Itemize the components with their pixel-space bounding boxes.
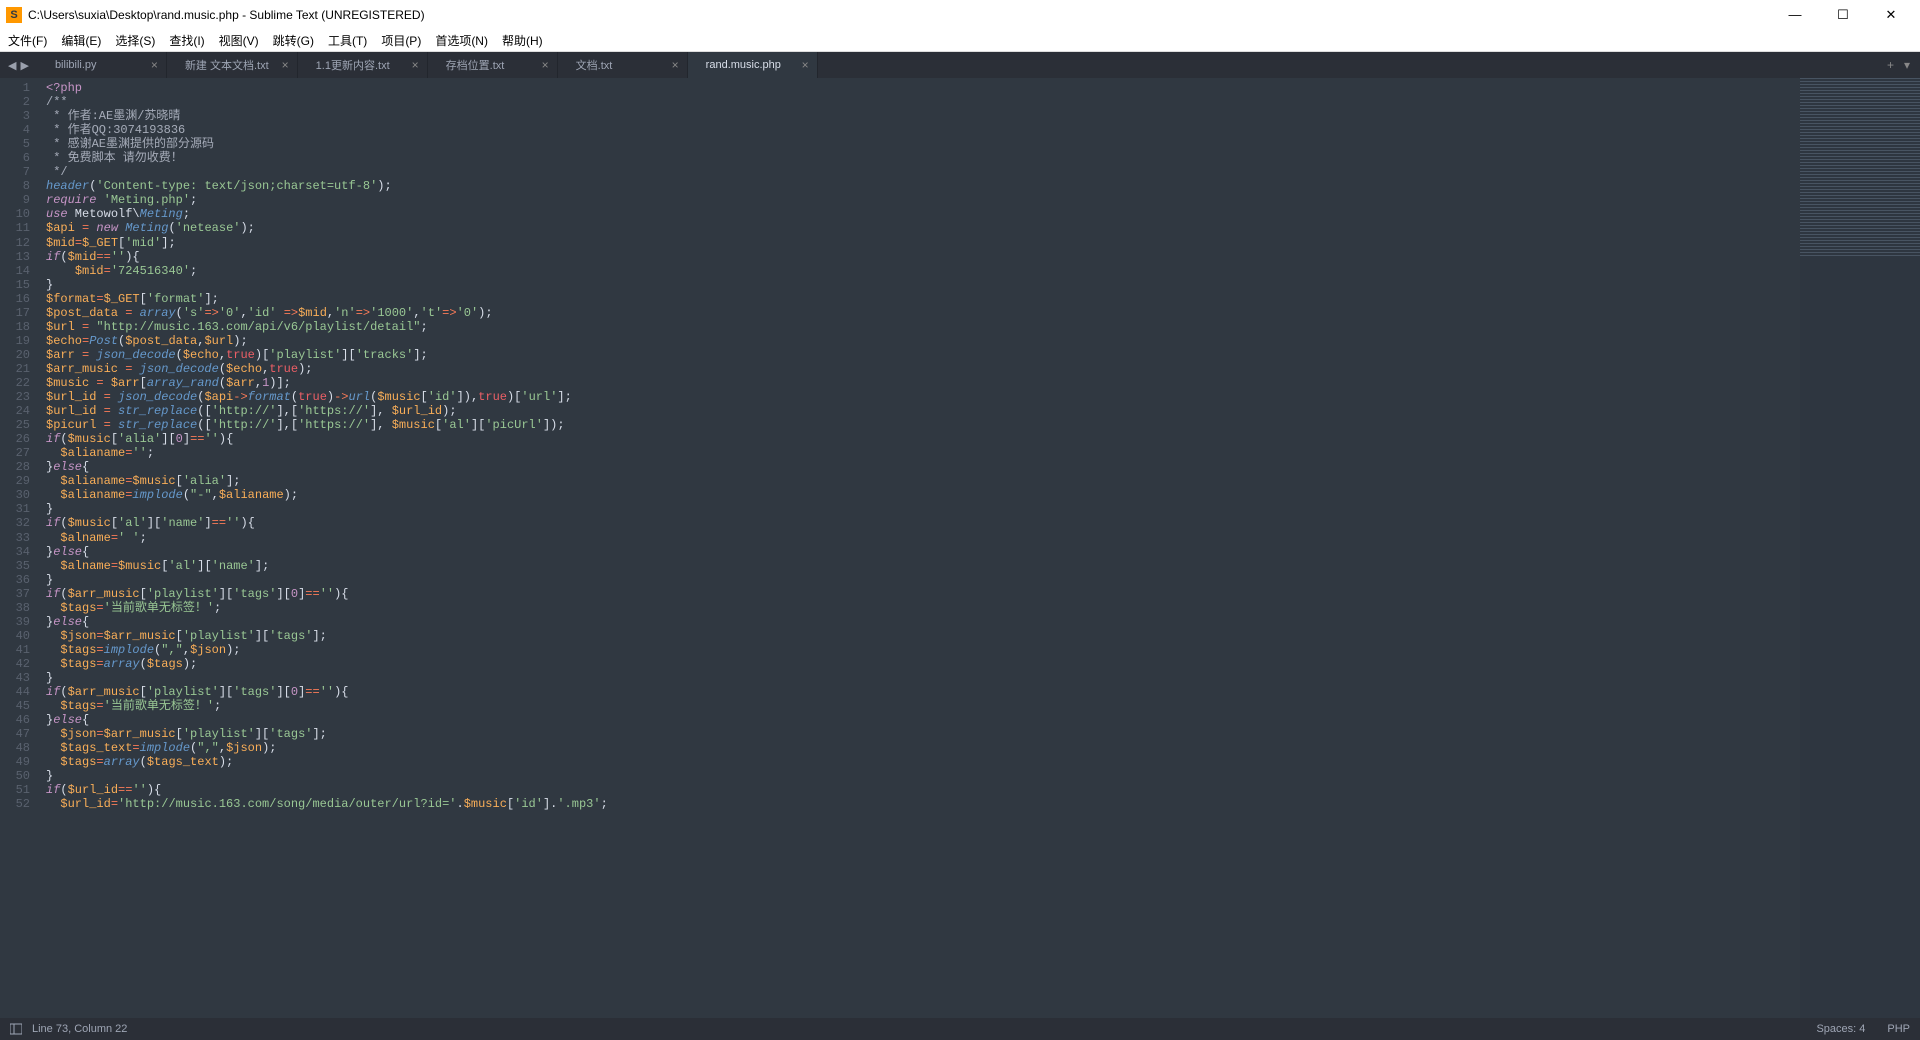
close-icon[interactable]: × <box>151 58 158 72</box>
maximize-button[interactable]: ☐ <box>1828 7 1858 23</box>
editor-area: 1234567891011121314151617181920212223242… <box>0 78 1920 1018</box>
tab-menu-icon[interactable]: ▾ <box>1904 58 1910 72</box>
menubar: 文件(F) 编辑(E) 选择(S) 查找(I) 视图(V) 跳转(G) 工具(T… <box>0 30 1920 52</box>
tab-label: 文档.txt <box>576 57 613 73</box>
tab-label: 1.1更新内容.txt <box>316 57 390 73</box>
status-spaces[interactable]: Spaces: 4 <box>1816 1023 1865 1035</box>
tab-label: rand.music.php <box>706 59 781 71</box>
gutter: 1234567891011121314151617181920212223242… <box>0 78 40 1018</box>
menu-prefs[interactable]: 首选项(N) <box>435 32 488 49</box>
statusbar: Line 73, Column 22 Spaces: 4 PHP <box>0 1018 1920 1040</box>
close-icon[interactable]: × <box>282 58 289 72</box>
menu-edit[interactable]: 编辑(E) <box>61 32 101 49</box>
tab-strip: ◀ ▶ bilibili.py × 新建 文本文档.txt × 1.1更新内容.… <box>0 52 1920 78</box>
close-button[interactable]: ✕ <box>1876 7 1906 23</box>
menu-select[interactable]: 选择(S) <box>115 32 155 49</box>
tab-label: 新建 文本文档.txt <box>185 57 269 73</box>
nav-forward-icon[interactable]: ▶ <box>20 59 28 72</box>
tab-actions: + ▾ <box>1877 58 1920 72</box>
minimap[interactable] <box>1800 78 1920 1018</box>
close-icon[interactable]: × <box>802 58 809 72</box>
titlebar: S C:\Users\suxia\Desktop\rand.music.php … <box>0 0 1920 30</box>
sidebar-toggle-icon[interactable] <box>10 1023 22 1035</box>
new-tab-icon[interactable]: + <box>1887 58 1894 72</box>
close-icon[interactable]: × <box>542 58 549 72</box>
menu-tools[interactable]: 工具(T) <box>328 32 367 49</box>
tab-save-location[interactable]: 存档位置.txt × <box>428 52 558 78</box>
tab-rand-music[interactable]: rand.music.php × <box>688 52 818 78</box>
code-content[interactable]: <?php /** * 作者:AE墨渊/苏晓晴 * 作者QQ:307419383… <box>40 78 1800 1018</box>
menu-goto[interactable]: 跳转(G) <box>273 32 314 49</box>
status-cursor[interactable]: Line 73, Column 22 <box>32 1023 127 1035</box>
menu-find[interactable]: 查找(I) <box>169 32 204 49</box>
nav-arrows: ◀ ▶ <box>0 59 37 72</box>
tab-label: bilibili.py <box>55 59 97 71</box>
nav-back-icon[interactable]: ◀ <box>8 59 16 72</box>
window-title: C:\Users\suxia\Desktop\rand.music.php - … <box>28 8 1780 22</box>
menu-project[interactable]: 项目(P) <box>381 32 421 49</box>
status-syntax[interactable]: PHP <box>1887 1023 1910 1035</box>
tab-update[interactable]: 1.1更新内容.txt × <box>298 52 428 78</box>
app-icon: S <box>6 7 22 23</box>
tab-label: 存档位置.txt <box>446 57 505 73</box>
menu-help[interactable]: 帮助(H) <box>502 32 543 49</box>
tabs: bilibili.py × 新建 文本文档.txt × 1.1更新内容.txt … <box>37 52 1877 78</box>
tab-doc[interactable]: 文档.txt × <box>558 52 688 78</box>
menu-file[interactable]: 文件(F) <box>8 32 47 49</box>
window-controls: — ☐ ✕ <box>1780 7 1914 23</box>
close-icon[interactable]: × <box>672 58 679 72</box>
close-icon[interactable]: × <box>412 58 419 72</box>
menu-view[interactable]: 视图(V) <box>219 32 259 49</box>
tab-bilibili[interactable]: bilibili.py × <box>37 52 167 78</box>
minimize-button[interactable]: — <box>1780 7 1810 23</box>
tab-newtxt[interactable]: 新建 文本文档.txt × <box>167 52 298 78</box>
